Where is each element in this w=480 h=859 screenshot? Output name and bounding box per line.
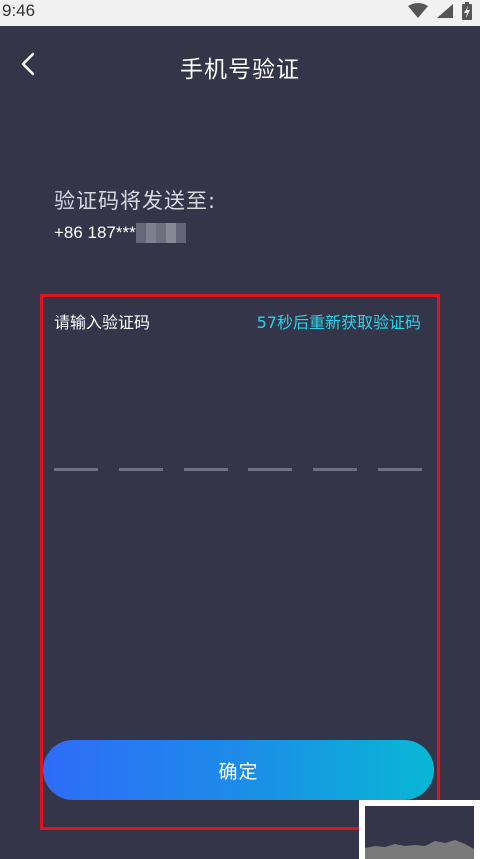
battery-charging-icon <box>462 2 472 24</box>
code-slot[interactable] <box>313 468 358 471</box>
code-slot[interactable] <box>377 468 422 471</box>
phone-row: +86 187*** <box>54 222 186 244</box>
send-label: 验证码将发送至: <box>54 189 217 213</box>
code-slot[interactable] <box>118 468 163 471</box>
phone-number: +86 187*** <box>54 223 136 242</box>
status-icons <box>408 2 472 24</box>
code-slot[interactable] <box>248 468 293 471</box>
code-label: 请输入验证码 <box>54 313 151 332</box>
thumbnail-preview <box>365 806 474 859</box>
code-input[interactable] <box>54 468 422 472</box>
screenshot-thumbnail[interactable] <box>359 800 480 859</box>
redacted-phone-digits <box>135 223 186 243</box>
page-title: 手机号验证 <box>180 57 300 83</box>
confirm-button[interactable]: 确定 <box>43 740 434 800</box>
app-header: 手机号验证 <box>0 26 480 106</box>
code-slot[interactable] <box>54 468 98 471</box>
wifi-icon <box>408 3 428 23</box>
status-bar: 9:46 <box>0 0 480 26</box>
code-slot[interactable] <box>183 468 228 471</box>
signal-icon <box>436 3 454 23</box>
status-time: 9:46 <box>2 1 36 20</box>
resend-code-link[interactable]: 57秒后重新获取验证码 <box>257 309 421 333</box>
